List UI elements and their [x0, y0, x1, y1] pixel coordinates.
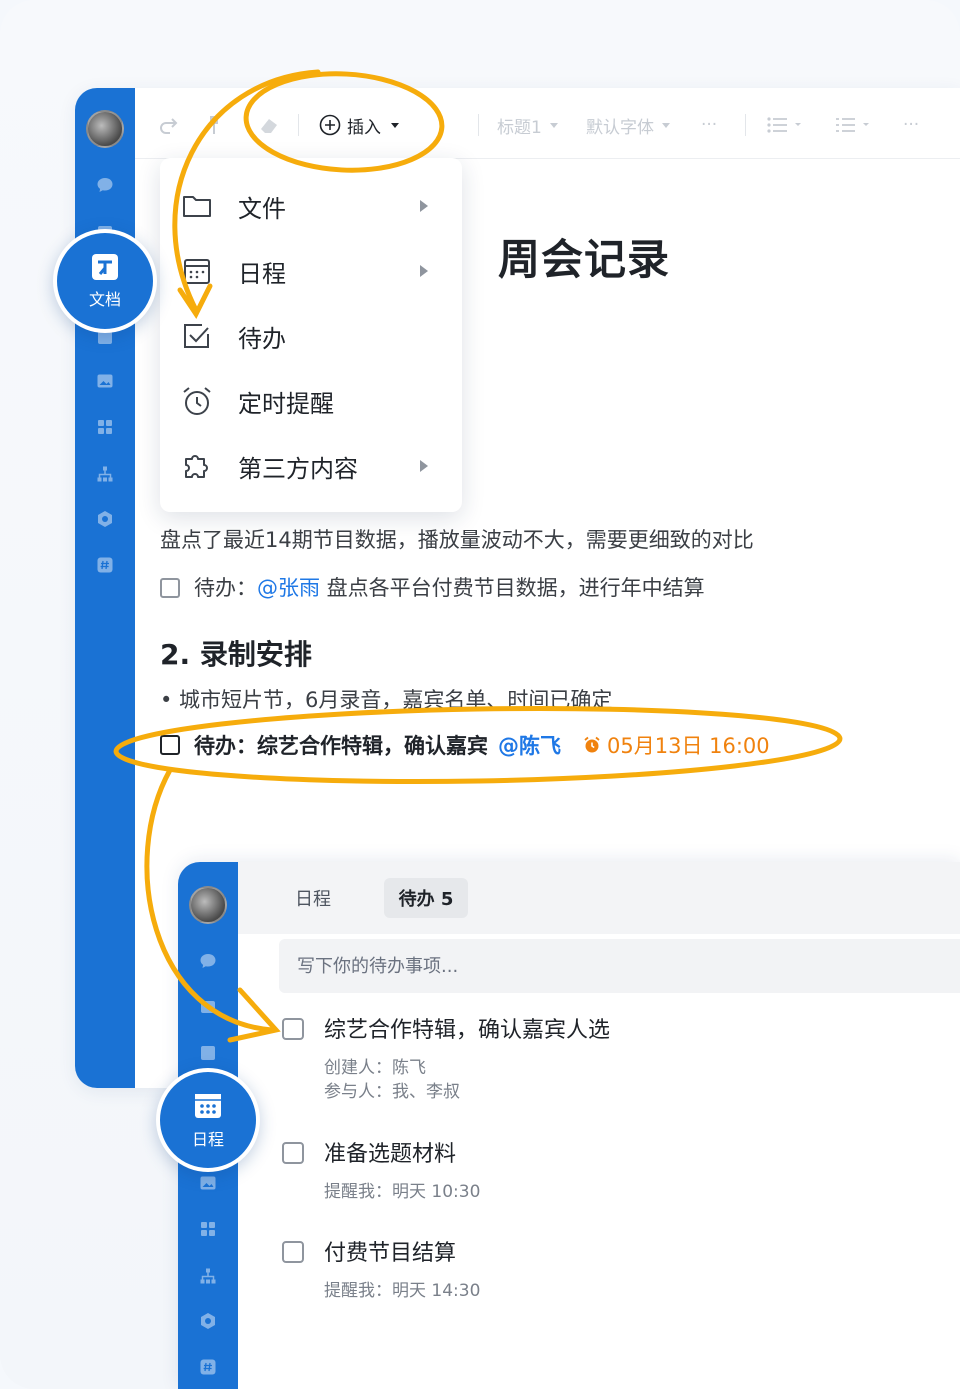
org-chart-icon[interactable] — [199, 1267, 217, 1285]
hexagon-app-icon[interactable] — [199, 1312, 217, 1330]
mention-link[interactable]: @张雨 — [257, 576, 320, 600]
image-icon[interactable] — [199, 1174, 217, 1192]
todo-checkbox[interactable] — [160, 578, 180, 598]
section-heading: 2. 录制安排 — [160, 638, 312, 671]
tab-todo[interactable]: 待办 5 — [384, 878, 468, 918]
channel-hash-icon[interactable] — [199, 1358, 217, 1376]
chat-icon[interactable] — [199, 952, 217, 970]
new-todo-input[interactable] — [279, 939, 960, 993]
paragraph: 盘点了最近14期节目数据，播放量波动不大，需要更细致的对比 — [160, 528, 754, 552]
format-painter-icon[interactable] — [207, 114, 221, 136]
avatar[interactable] — [189, 886, 227, 924]
numbered-list-icon[interactable] — [835, 114, 869, 136]
heading-style-select[interactable]: 标题1 — [497, 114, 558, 138]
avatar[interactable] — [86, 110, 124, 148]
font-family-select[interactable]: 默认字体 — [586, 114, 670, 138]
menu-item-schedule[interactable]: 日程 — [160, 241, 462, 301]
insert-dropdown-menu: 文件 日程 待办 定时提醒 第三方内容 — [160, 158, 462, 512]
folder-icon — [180, 189, 214, 223]
org-chart-icon[interactable] — [96, 465, 114, 483]
chevron-right-icon — [420, 265, 428, 277]
todo-checkbox[interactable] — [282, 1142, 304, 1164]
todo-checkbox[interactable] — [282, 1241, 304, 1263]
todo-item-2: 待办：综艺合作特辑，确认嘉宾 @陈飞 05月13日 16:00 — [160, 730, 770, 760]
alarm-icon — [180, 384, 214, 418]
menu-item-third-party[interactable]: 第三方内容 — [160, 436, 462, 496]
insert-button[interactable]: 插入 — [319, 114, 399, 138]
chevron-right-icon — [420, 460, 428, 472]
calendar-icon — [195, 1094, 221, 1118]
todo-header: 日程 待办 5 — [238, 862, 960, 934]
plus-circle-icon — [319, 114, 341, 136]
menu-item-todo[interactable]: 待办 — [160, 306, 462, 366]
chevron-down-icon — [391, 122, 399, 128]
puzzle-icon — [180, 449, 214, 483]
menu-item-reminder[interactable]: 定时提醒 — [160, 371, 462, 431]
mention-link[interactable]: @陈飞 — [498, 730, 561, 760]
bullet-item: • 城市短片节，6月录音，嘉宾名单、时间已确定 — [160, 688, 613, 712]
page-title: 周会记录 — [498, 235, 671, 284]
todo-item-1: 待办：@张雨 盘点各平台付费节目数据，进行年中结算 — [160, 572, 705, 602]
docs-app-badge[interactable]: 文档 — [53, 229, 157, 333]
chat-icon[interactable] — [96, 176, 114, 194]
alarm-icon — [584, 736, 600, 753]
hexagon-app-icon[interactable] — [96, 510, 114, 528]
more-options-button[interactable]: ··· — [701, 114, 717, 136]
docs-icon — [92, 254, 118, 280]
menu-item-file[interactable]: 文件 — [160, 176, 462, 236]
calendar-icon — [180, 254, 214, 288]
contacts-icon[interactable] — [199, 998, 217, 1016]
todo-panel-window: 日程 待办 5 综艺合作特辑，确认嘉宾人选 创建人：陈飞 参与人：我、李叔 准备… — [178, 862, 960, 1389]
schedule-app-badge[interactable]: 日程 — [156, 1068, 260, 1172]
chevron-right-icon — [420, 200, 428, 212]
checkbox-icon — [180, 319, 214, 353]
clear-format-icon[interactable] — [257, 114, 281, 136]
bullet-list-icon[interactable] — [767, 114, 801, 136]
docs-icon[interactable] — [199, 1044, 217, 1062]
todo-checkbox[interactable] — [160, 735, 180, 755]
channel-hash-icon[interactable] — [96, 556, 114, 574]
editor-toolbar: 插入 标题1 默认字体 ··· ··· — [135, 88, 960, 159]
workspace-icon[interactable] — [96, 418, 114, 436]
image-icon[interactable] — [96, 372, 114, 390]
more-options-button-2[interactable]: ··· — [903, 114, 919, 136]
workspace-icon[interactable] — [199, 1220, 217, 1238]
todo-checkbox[interactable] — [282, 1018, 304, 1040]
due-date-badge[interactable]: 05月13日 16:00 — [583, 730, 770, 760]
redo-icon[interactable] — [157, 114, 179, 136]
tab-schedule[interactable]: 日程 — [278, 878, 348, 918]
